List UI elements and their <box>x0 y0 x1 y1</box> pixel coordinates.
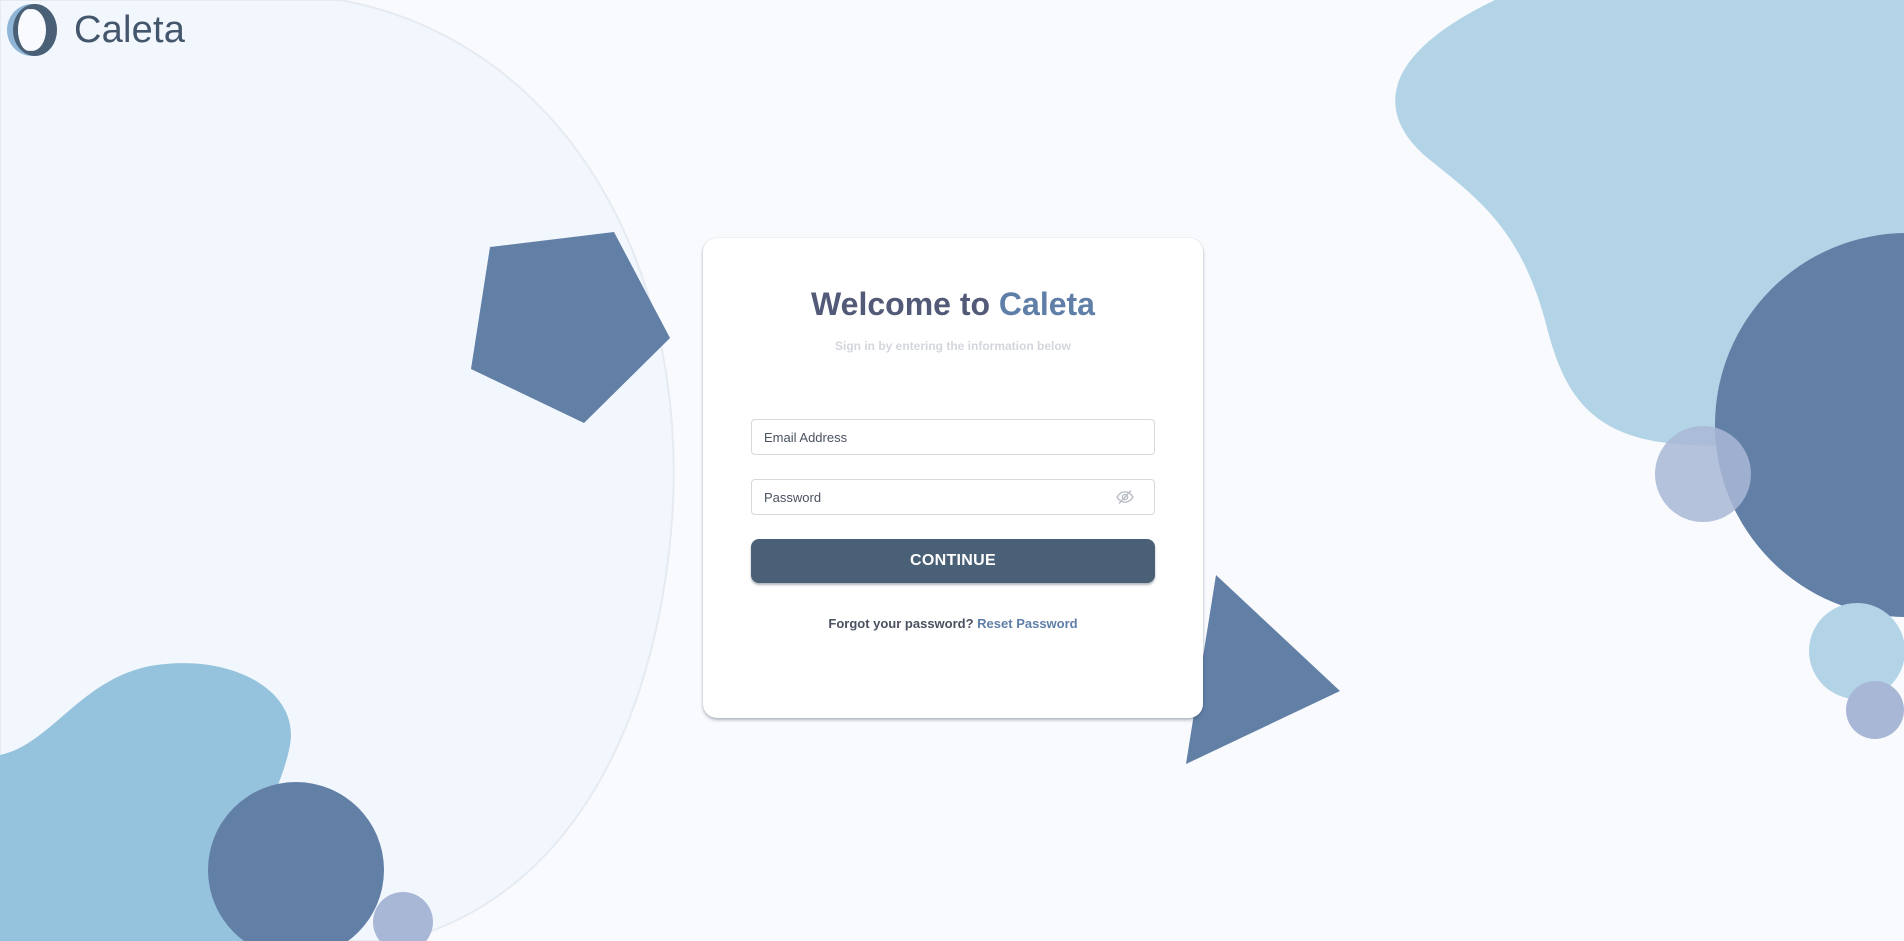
login-page: Caleta Welcome to Caleta Sign in by ente… <box>0 0 1904 941</box>
title-prefix: Welcome to <box>811 286 999 322</box>
login-card: Welcome to Caleta Sign in by entering th… <box>703 238 1203 718</box>
logo[interactable]: Caleta <box>4 2 185 58</box>
bg-lavender-circle-right <box>1655 426 1751 522</box>
continue-button[interactable]: CONTINUE <box>751 539 1155 583</box>
logo-text: Caleta <box>74 8 186 51</box>
password-field-container <box>751 479 1155 515</box>
email-field-container <box>751 419 1155 455</box>
email-field[interactable] <box>764 420 1104 454</box>
page-subtitle: Sign in by entering the information belo… <box>834 339 1071 353</box>
password-field[interactable] <box>764 480 1104 514</box>
title-brand: Caleta <box>998 286 1095 322</box>
forgot-password-text: Forgot your password? <box>828 616 974 631</box>
bg-small-lavender-circle-right <box>1846 681 1904 739</box>
bg-small-light-circle-right <box>1809 603 1904 699</box>
eye-off-icon[interactable] <box>1116 489 1134 505</box>
reset-password-link[interactable]: Reset Password <box>977 616 1077 631</box>
bg-triangle <box>1186 575 1340 764</box>
forgot-password-row: Forgot your password? Reset Password <box>703 616 1203 631</box>
page-title: Welcome to Caleta <box>703 286 1203 323</box>
caleta-logo-icon <box>7 4 57 56</box>
